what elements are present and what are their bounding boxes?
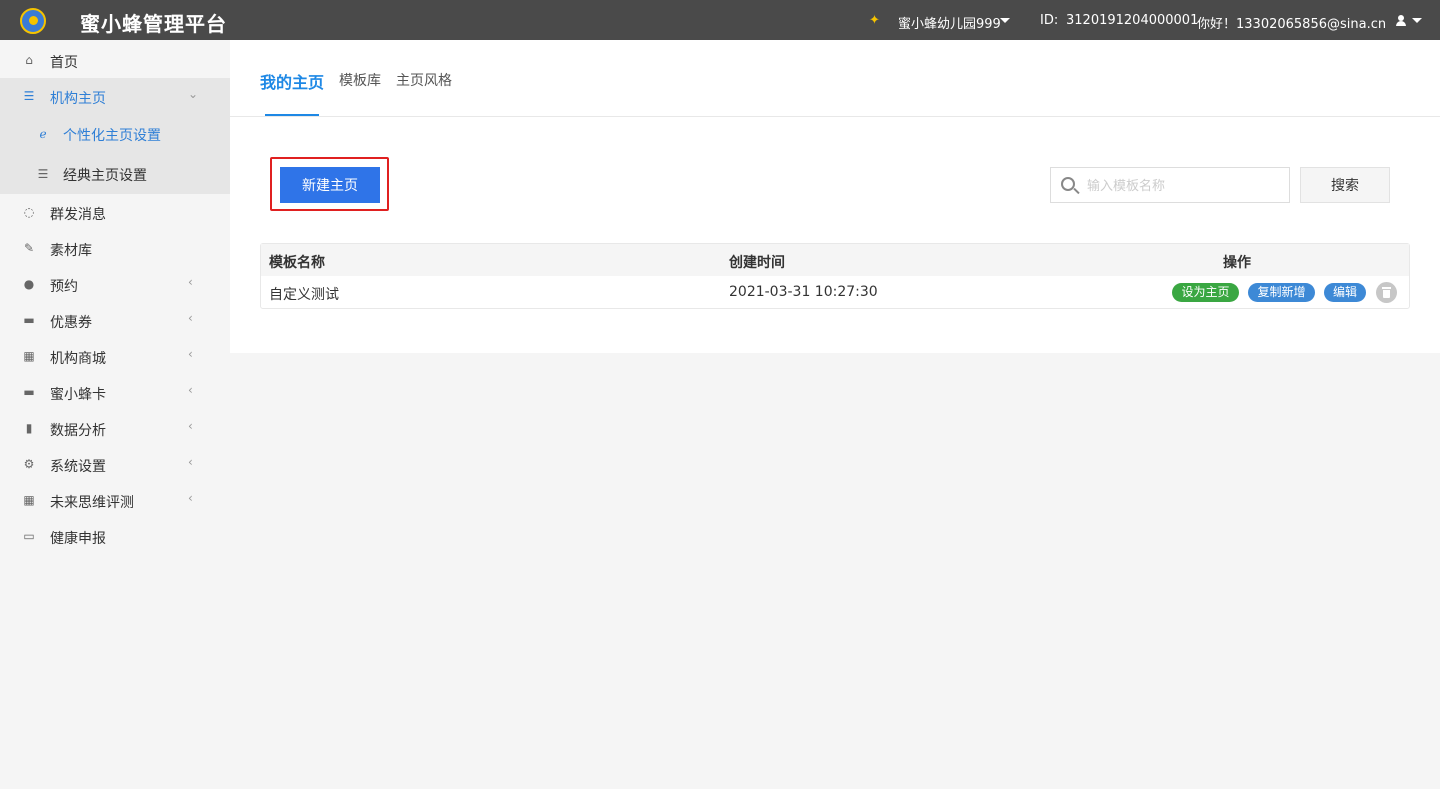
users-icon: ● — [23, 277, 35, 291]
id-label: ID: — [1040, 13, 1059, 28]
sidebar-subitem-custom-homepage[interactable]: ℯ 个性化主页设置 — [0, 114, 230, 154]
sidebar-item-label: 健康申报 — [50, 531, 106, 547]
template-table: 模板名称 创建时间 操作 自定义测试 2021-03-31 10:27:30 设… — [260, 243, 1410, 309]
sidebar-subitem-classic-homepage[interactable]: ☰ 经典主页设置 — [0, 154, 230, 194]
sidebar-item-label: 预约 — [50, 279, 78, 295]
building-icon: ▦ — [23, 493, 35, 507]
edit-button[interactable]: 编辑 — [1324, 283, 1366, 302]
sidebar-item-health-report[interactable]: ▭ 健康申报 — [0, 518, 230, 554]
new-homepage-button[interactable]: 新建主页 — [280, 167, 380, 203]
chevron-left-icon: ‹ — [188, 275, 193, 289]
gears-icon: ⚙ — [23, 457, 35, 471]
cell-template-name: 自定义测试 — [269, 287, 339, 303]
edit-icon: ✎ — [23, 241, 35, 255]
bee-icon: ✦ — [869, 13, 880, 28]
id-card-icon: ▭ — [23, 529, 35, 543]
search-button[interactable]: 搜索 — [1300, 167, 1390, 203]
bar-chart-icon: ▮ — [25, 421, 33, 435]
list-icon: ☰ — [37, 167, 49, 181]
sidebar-item-analytics[interactable]: ▮ 数据分析 ‹ — [0, 410, 230, 446]
bee-logo-icon — [20, 8, 46, 34]
active-tab-indicator — [265, 114, 319, 116]
table-header: 模板名称 创建时间 操作 — [261, 244, 1409, 276]
main-panel: 我的主页 模板库 主页风格 新建主页 搜索 模板名称 创建时间 操作 自定义测试… — [230, 40, 1440, 353]
set-homepage-button[interactable]: 设为主页 — [1172, 283, 1239, 302]
chevron-left-icon: ‹ — [188, 347, 193, 361]
org-selector[interactable]: 蜜小蜂幼儿园999 — [898, 13, 1001, 32]
building-icon: ▦ — [23, 349, 35, 363]
sidebar-item-label: 群发消息 — [50, 207, 106, 223]
chevron-down-icon[interactable] — [1000, 18, 1010, 23]
copy-new-button[interactable]: 复制新增 — [1248, 283, 1315, 302]
app-title: 蜜小蜂管理平台 — [80, 12, 227, 36]
user-greeting: 你好！13302065856@sina.cn — [1197, 17, 1387, 32]
sidebar-item-bee-card[interactable]: ▬ 蜜小蜂卡 ‹ — [0, 374, 230, 410]
sidebar-item-settings[interactable]: ⚙ 系统设置 ‹ — [0, 446, 230, 482]
sidebar-item-label: 未来思维评测 — [50, 495, 134, 511]
search-input[interactable] — [1087, 176, 1283, 196]
sidebar-item-label: 机构商城 — [50, 351, 106, 367]
sidebar-item-mall[interactable]: ▦ 机构商城 ‹ — [0, 338, 230, 374]
trash-icon[interactable] — [1376, 282, 1397, 303]
search-icon — [1061, 177, 1075, 191]
sidebar-item-label: 优惠券 — [50, 315, 92, 331]
sidebar-item-label: 素材库 — [50, 243, 92, 259]
home-icon: ⌂ — [25, 53, 33, 67]
chat-icon: ◌ — [23, 205, 35, 219]
tab-bar: 我的主页 模板库 主页风格 — [230, 40, 1440, 117]
sidebar-item-materials[interactable]: ✎ 素材库 — [0, 230, 230, 266]
sidebar-item-label: 数据分析 — [50, 423, 106, 439]
chevron-left-icon: ‹ — [188, 419, 193, 433]
sidebar-item-label: 蜜小蜂卡 — [50, 387, 106, 403]
tab-template-library[interactable]: 模板库 — [339, 70, 381, 90]
tab-homepage-style[interactable]: 主页风格 — [396, 70, 452, 90]
top-bar: 蜜小蜂管理平台 ✦ 蜜小蜂幼儿园999 ID: 3120191204000001… — [0, 0, 1440, 40]
column-header-created: 创建时间 — [729, 255, 785, 271]
sidebar-subitem-label: 经典主页设置 — [63, 168, 147, 184]
chevron-down-icon[interactable] — [1412, 18, 1422, 23]
sidebar-subitem-label: 个性化主页设置 — [63, 128, 161, 144]
sidebar-item-label: 机构主页 — [50, 91, 106, 107]
ie-icon: ℯ — [39, 127, 47, 141]
sidebar-item-label: 系统设置 — [50, 459, 106, 475]
chevron-left-icon: ‹ — [188, 455, 193, 469]
sidebar-item-broadcast[interactable]: ◌ 群发消息 — [0, 194, 230, 230]
card-icon: ▬ — [23, 313, 35, 327]
sidebar-item-org-homepage[interactable]: ☰ 机构主页 ⌄ — [0, 78, 230, 114]
card-icon: ▬ — [23, 385, 35, 399]
sidebar: ⌂ 首页 ☰ 机构主页 ⌄ ℯ 个性化主页设置 ☰ 经典主页设置 ◌ 群发消息 … — [0, 40, 230, 789]
sidebar-item-assessment[interactable]: ▦ 未来思维评测 ‹ — [0, 482, 230, 518]
chevron-left-icon: ‹ — [188, 311, 193, 325]
sidebar-item-home[interactable]: ⌂ 首页 — [0, 42, 230, 78]
sidebar-item-coupons[interactable]: ▬ 优惠券 ‹ — [0, 302, 230, 338]
tab-my-homepage[interactable]: 我的主页 — [260, 69, 324, 93]
chevron-down-icon: ⌄ — [188, 87, 199, 101]
cell-created-time: 2021-03-31 10:27:30 — [729, 284, 878, 300]
chevron-left-icon: ‹ — [188, 383, 193, 397]
column-header-name: 模板名称 — [269, 255, 325, 271]
id-value: 3120191204000001 — [1066, 13, 1199, 28]
sidebar-item-label: 首页 — [50, 55, 78, 71]
chevron-left-icon: ‹ — [188, 491, 193, 505]
user-icon[interactable] — [1394, 12, 1408, 28]
list-icon: ☰ — [23, 89, 35, 103]
column-header-actions: 操作 — [1223, 255, 1251, 271]
search-box[interactable] — [1050, 167, 1290, 203]
sidebar-item-booking[interactable]: ● 预约 ‹ — [0, 266, 230, 302]
